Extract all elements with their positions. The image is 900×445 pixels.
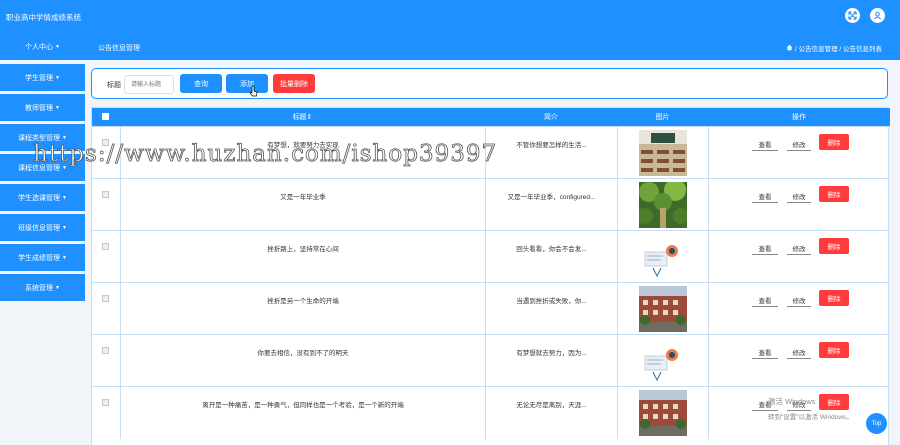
view-button[interactable]: 查看 xyxy=(752,345,778,359)
sidebar-item-course-selection[interactable]: 学生选课管理 ▼ xyxy=(0,184,85,211)
chevron-down-icon: ▼ xyxy=(55,74,60,81)
view-button[interactable]: 查看 xyxy=(752,241,778,255)
row-intro: 无论无尽是离别，天涯... xyxy=(516,402,587,409)
graphic-image xyxy=(639,234,687,280)
sidebar-item-course-types[interactable]: 课程类型管理 ▼ xyxy=(0,124,85,151)
row-intro: 回头看看，你会不会发... xyxy=(516,246,587,253)
view-button[interactable]: 查看 xyxy=(752,189,778,203)
back-to-top-button[interactable]: Top xyxy=(866,413,887,434)
sidebar-item-course-info[interactable]: 课程信息管理 ▼ xyxy=(0,154,85,181)
delete-button[interactable]: 删除 xyxy=(819,238,849,254)
view-button[interactable]: 查看 xyxy=(752,293,778,307)
delete-button[interactable]: 删除 xyxy=(819,394,849,410)
mouse-cursor-icon xyxy=(249,85,258,97)
row-intro: 当遇到挫折或失败，你... xyxy=(516,298,587,305)
chevron-down-icon: ▼ xyxy=(55,43,60,50)
app-title: 职业高中学情成绩系统 xyxy=(6,13,81,22)
row-title: 你要去相信，没有到不了的明天 xyxy=(257,350,349,357)
top-bar: 职业高中学情成绩系统 xyxy=(0,0,900,33)
row-checkbox[interactable] xyxy=(102,139,109,146)
delete-button[interactable]: 删除 xyxy=(819,290,849,306)
graphic-image xyxy=(639,338,687,384)
campus-image xyxy=(639,286,687,332)
windows-activation-title: 激活 Windows xyxy=(768,397,816,406)
row-title: 离开是一种痛苦，是一种勇气，但同样也是一个考验，是一个新的开端 xyxy=(202,402,404,409)
breadcrumb: / 公告信息管理 / 公告信息列表 xyxy=(786,43,882,53)
row-checkbox[interactable] xyxy=(102,295,109,302)
sidebar-item-grades[interactable]: 学生成绩管理 ▼ xyxy=(0,244,85,271)
column-image: 图片 xyxy=(655,114,670,121)
page-title: 公告信息管理 xyxy=(98,45,140,52)
row-intro: 有梦想就去努力，因为... xyxy=(516,350,587,357)
classroom-image xyxy=(639,130,687,176)
sidebar-item-students[interactable]: 学生管理 ▼ xyxy=(0,64,85,91)
chevron-down-icon: ▼ xyxy=(55,104,60,111)
select-all-checkbox[interactable] xyxy=(102,113,109,120)
view-button[interactable]: 查看 xyxy=(752,137,778,151)
table-row: 有梦想，就要努力去实现 不管你想要怎样的生活... 查看 修改 删除 xyxy=(92,126,890,179)
chevron-down-icon: ▼ xyxy=(55,284,60,291)
column-actions: 操作 xyxy=(792,114,806,121)
column-intro: 简介 xyxy=(544,114,558,121)
row-intro: 又是一年毕业季，configured... xyxy=(507,194,596,201)
campus-image xyxy=(639,390,687,436)
row-title: 挫折路上，坚持常在心间 xyxy=(267,246,339,253)
delete-button[interactable]: 删除 xyxy=(819,342,849,358)
sidebar-item-personal-center[interactable]: 个人中心 ▼ xyxy=(0,33,85,60)
edit-button[interactable]: 修改 xyxy=(787,189,811,203)
row-checkbox[interactable] xyxy=(102,347,109,354)
row-checkbox[interactable] xyxy=(102,243,109,250)
sub-header: 公告信息管理 / 公告信息管理 / 公告信息列表 xyxy=(85,33,900,60)
chevron-down-icon: ▼ xyxy=(62,194,67,201)
batch-delete-button[interactable]: 批量删除 xyxy=(273,74,315,93)
query-button[interactable]: 查询 xyxy=(180,74,222,93)
forest-image xyxy=(639,182,687,228)
edit-button[interactable]: 修改 xyxy=(787,241,811,255)
table-header: 标题⇕ 简介 图片 操作 xyxy=(92,108,890,126)
column-title[interactable]: 标题⇕ xyxy=(120,108,485,126)
edit-button[interactable]: 修改 xyxy=(787,137,811,151)
chevron-down-icon: ▼ xyxy=(62,224,67,231)
breadcrumb-text: / 公告信息管理 / 公告信息列表 xyxy=(794,46,882,53)
row-intro: 不管你想要怎样的生活... xyxy=(516,142,587,149)
sidebar: 个人中心 ▼ 学生管理 ▼ 教师管理 ▼ 课程类型管理 ▼ 课程信息管理 ▼ 学生选课管理… xyxy=(0,33,85,445)
chevron-down-icon: ▼ xyxy=(62,254,67,261)
sidebar-item-system[interactable]: 系统管理 ▼ xyxy=(0,274,85,301)
row-title: 又是一年毕业季 xyxy=(280,194,326,201)
sidebar-item-teachers[interactable]: 教师管理 ▼ xyxy=(0,94,85,121)
search-label: 标题 xyxy=(107,82,121,89)
edit-button[interactable]: 修改 xyxy=(787,293,811,307)
user-avatar-icon[interactable] xyxy=(870,8,885,23)
fullscreen-icon[interactable] xyxy=(845,8,860,23)
row-checkbox[interactable] xyxy=(102,191,109,198)
search-input[interactable] xyxy=(124,75,174,94)
table-row: 又是一年毕业季 又是一年毕业季，configured... 查看 修改 删除 xyxy=(92,178,890,231)
notice-table: 标题⇕ 简介 图片 操作 有梦想，就要努力去实现 不管你想要怎样的生活... 查… xyxy=(91,107,890,445)
chevron-down-icon: ▼ xyxy=(62,164,67,171)
add-button[interactable]: 添加 xyxy=(226,74,268,93)
windows-activation-subtitle: 转到"设置"以激活 Windows。 xyxy=(768,414,853,421)
table-row: 挫折是另一个生命的开端 当遇到挫折或失败，你... 查看 修改 删除 xyxy=(92,282,890,335)
edit-button[interactable]: 修改 xyxy=(787,345,811,359)
table-row: 挫折路上，坚持常在心间 回头看看，你会不会发... 查看 修改 删除 xyxy=(92,230,890,283)
row-title: 有梦想，就要努力去实现 xyxy=(267,142,339,149)
row-checkbox[interactable] xyxy=(102,399,109,406)
sidebar-item-class-info[interactable]: 班级信息管理 ▼ xyxy=(0,214,85,241)
delete-button[interactable]: 删除 xyxy=(819,186,849,202)
home-icon[interactable] xyxy=(786,44,793,53)
table-row: 你要去相信，没有到不了的明天 有梦想就去努力，因为... 查看 修改 删除 xyxy=(92,334,890,387)
row-title: 挫折是另一个生命的开端 xyxy=(267,298,339,305)
chevron-down-icon: ▼ xyxy=(62,134,67,141)
search-panel: 标题 查询 添加 批量删除 xyxy=(91,68,888,99)
delete-button[interactable]: 删除 xyxy=(819,134,849,150)
